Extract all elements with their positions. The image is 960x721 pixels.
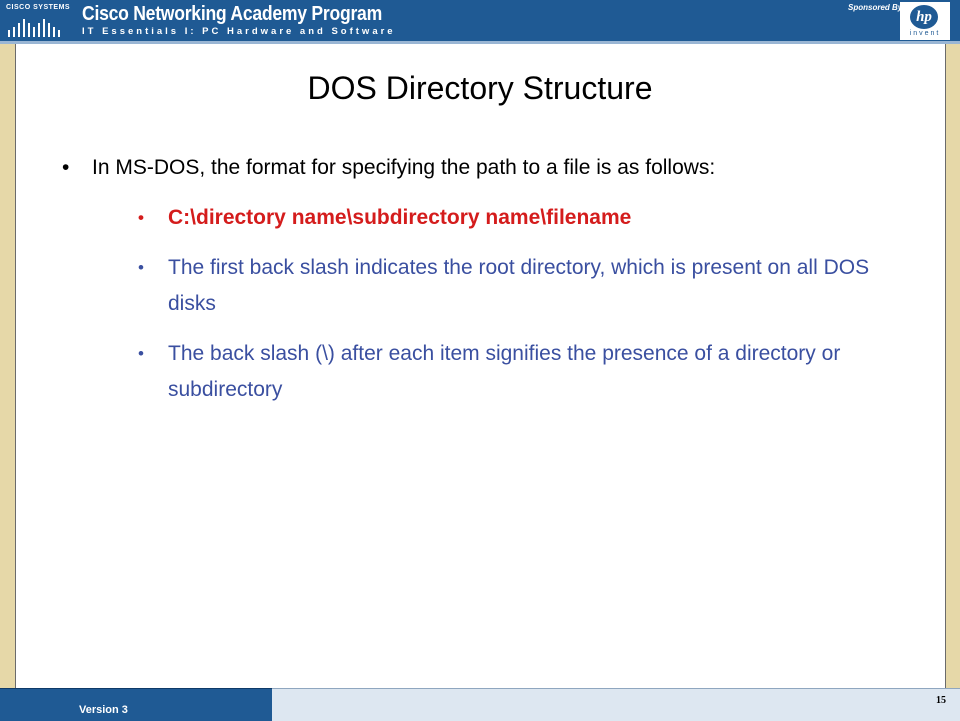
right-frame <box>945 44 960 688</box>
footer-bar: 15 <box>272 688 960 721</box>
bullet-list: In MS-DOS, the format for specifying the… <box>62 150 922 422</box>
program-subtitle: IT Essentials I: PC Hardware and Softwar… <box>82 26 396 37</box>
header-banner: CISCO SYSTEMS Cisco Networking Academy P… <box>0 0 960 44</box>
sub-bullet-list: C:\directory name\subdirectory name\file… <box>92 200 922 408</box>
version-label: Version 3 <box>79 704 128 716</box>
header-divider <box>0 41 960 44</box>
hp-logo-mark: hp <box>910 5 938 29</box>
footer-version-panel: Version 3 <box>0 688 272 721</box>
left-frame <box>0 44 16 688</box>
hp-tagline: invent <box>909 30 941 37</box>
cisco-logo: CISCO SYSTEMS <box>6 4 70 38</box>
bullet-item: In MS-DOS, the format for specifying the… <box>62 150 922 408</box>
hp-logo-icon: hp invent <box>900 2 950 40</box>
sub-bullet-item: The back slash (\) after each item signi… <box>138 336 922 408</box>
slide-title: DOS Directory Structure <box>307 70 653 106</box>
path-format-item: C:\directory name\subdirectory name\file… <box>138 200 922 236</box>
sponsor-label: Sponsored By: <box>848 3 905 12</box>
bullet-text: In MS-DOS, the format for specifying the… <box>92 156 716 179</box>
sub-bullet-item: The first back slash indicates the root … <box>138 250 922 322</box>
cisco-bridge-icon <box>8 19 60 37</box>
program-title: Cisco Networking Academy Program <box>82 3 382 25</box>
page-number: 15 <box>936 695 946 706</box>
